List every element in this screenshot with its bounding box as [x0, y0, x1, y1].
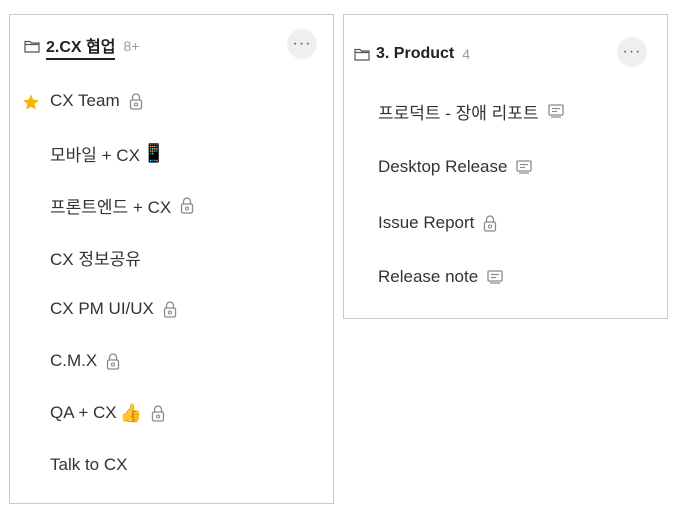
thumbs-up-icon: 👍 [119, 402, 143, 423]
lock-icon [151, 404, 165, 422]
channel-item[interactable]: 모바일 + CX 📱 [50, 141, 165, 165]
channel-label: Release note [378, 267, 479, 286]
channel-item[interactable]: 프로덕트 - 장애 리포트 [378, 99, 564, 123]
mobile-phone-icon: 📱 [142, 142, 166, 163]
channel-item[interactable]: Desktop Release [378, 155, 533, 179]
channel-label: 모바일 + CX [50, 145, 140, 165]
channel-label: Talk to CX [50, 455, 128, 474]
channel-label: 프로덕트 - 장애 리포트 [378, 103, 539, 123]
group-title[interactable]: 3. Product [376, 45, 454, 63]
channel-label: 프론트엔드 + CX [50, 197, 172, 217]
channel-item[interactable]: C.M.X [50, 349, 120, 373]
group-header-product: 3. Product 4 ··· [354, 37, 647, 67]
lock-icon [180, 196, 194, 214]
more-options-button[interactable]: ··· [617, 37, 647, 67]
channel-item[interactable]: CX 정보공유 [50, 245, 141, 269]
group-title[interactable]: 2.CX 협업 [46, 33, 116, 60]
group-count: 8+ [123, 38, 140, 54]
channel-group-product: 3. Product 4 ··· 프로덕트 - 장애 리포트 Desktop R… [343, 14, 668, 319]
channel-item[interactable]: Release note [378, 265, 503, 289]
folder-icon [24, 39, 40, 53]
channel-item[interactable]: CX PM UI/UX [50, 297, 177, 321]
channel-item[interactable]: Talk to CX [50, 453, 127, 477]
channel-label: CX PM UI/UX [50, 299, 154, 318]
page-icon [516, 160, 533, 174]
lock-icon [483, 214, 497, 232]
lock-icon [106, 352, 120, 370]
channel-item[interactable]: Issue Report [378, 211, 497, 235]
channel-label: Issue Report [378, 213, 475, 232]
channel-label: CX 정보공유 [50, 249, 141, 269]
channel-label: CX Team [50, 91, 120, 110]
channel-label: Desktop Release [378, 157, 508, 176]
group-header-cx: 2.CX 협업 8+ ··· [24, 29, 317, 60]
lock-icon [163, 300, 177, 318]
group-count: 4 [462, 46, 471, 62]
more-options-button[interactable]: ··· [287, 29, 317, 59]
channel-item[interactable]: 프론트엔드 + CX [50, 193, 194, 217]
channel-item[interactable]: CX Team [50, 89, 143, 113]
page-icon [547, 104, 564, 118]
page-icon [487, 270, 503, 284]
star-icon [22, 93, 40, 111]
lock-icon [129, 92, 143, 110]
channel-group-cx: 2.CX 협업 8+ ··· CX Team 모바일 + CX 📱 프론트엔드 … [9, 14, 334, 504]
channel-label: C.M.X [50, 351, 98, 370]
channel-label: QA + CX [50, 403, 117, 422]
channel-item[interactable]: QA + CX 👍 [50, 401, 165, 425]
folder-icon [354, 47, 370, 61]
